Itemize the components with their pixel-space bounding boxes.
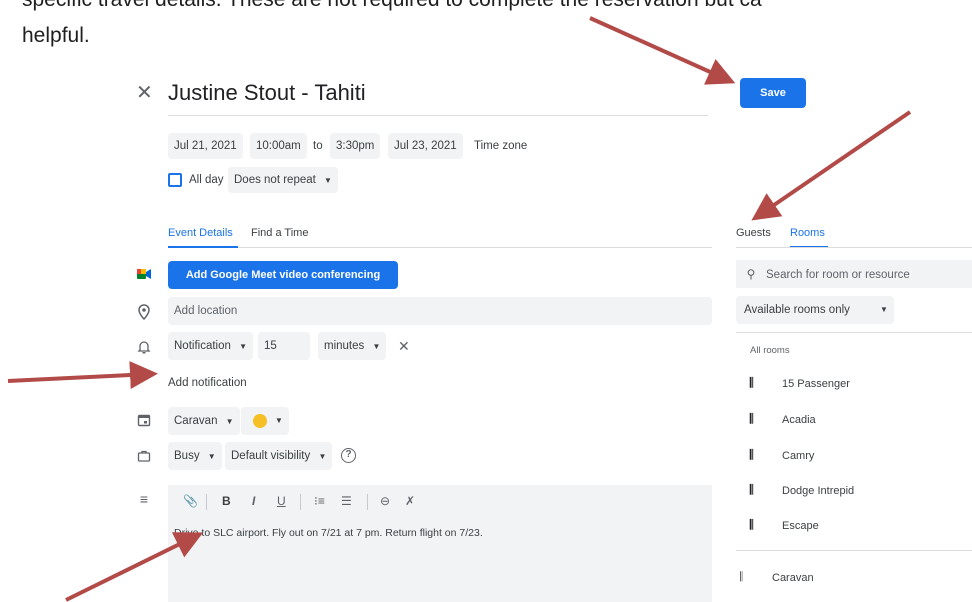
event-title-input[interactable]: Justine Stout - Tahiti [168,80,708,116]
toolbar-separator [206,494,207,510]
room-name: Acadia [782,414,816,426]
tab-event-details[interactable]: Event Details [168,227,233,239]
room-filter-value: Available rooms only [744,304,850,316]
underline-icon[interactable]: U [277,494,286,508]
arrow-to-rooms [751,110,912,221]
chevron-down-icon: ▼ [239,342,248,351]
chevron-down-icon: ▼ [207,452,216,461]
description-editor[interactable] [168,485,712,602]
time-zone-link[interactable]: Time zone [474,140,527,152]
calendar-icon [136,413,152,429]
notification-type-select[interactable]: Notification ▼ [168,332,254,360]
description-text[interactable]: Drive to SLC airport. Fly out on 7/21 at… [174,527,483,539]
calendar-select[interactable]: Caravan ▼ [168,407,240,435]
room-item[interactable]: 𝄃 Escape [750,517,819,533]
end-date[interactable]: Jul 23, 2021 [388,133,463,159]
notification-unit-select[interactable]: minutes ▼ [318,332,387,360]
calendar-color-dot [253,414,267,428]
add-notification-link[interactable]: Add notification [168,377,247,389]
notification-type-value: Notification [174,340,231,352]
calendar-value: Caravan [174,415,218,427]
room-filter-select[interactable]: Available rooms only ▼ [736,296,894,324]
end-time[interactable]: 3:30pm [330,133,381,159]
help-icon[interactable]: ? [341,448,356,463]
add-google-meet-button[interactable]: Add Google Meet video conferencing [168,261,398,289]
room-item[interactable]: 𝄃 15 Passenger [750,375,850,391]
tabs-divider [238,247,712,248]
room-search-placeholder: Search for room or resource [766,269,910,281]
rooms-divider [736,332,972,333]
notification-value-input[interactable]: 15 [258,332,310,360]
document-text-line-1: specific travel details. These are not r… [22,0,762,12]
room-item[interactable]: 𝄃 Dodge Intrepid [750,482,854,498]
chevron-down-icon: ▼ [324,176,332,185]
to-label: to [313,140,323,152]
numbered-list-icon[interactable]: ⁝≡ [314,494,325,508]
start-time[interactable]: 10:00am [250,133,307,159]
document-text-line-2: helpful. [22,24,90,47]
tab-rooms[interactable]: Rooms [790,227,825,239]
start-date[interactable]: Jul 21, 2021 [168,133,243,159]
room-search-input[interactable]: ⚲ Search for room or resource [736,260,972,288]
bell-icon [136,339,152,355]
search-icon: ⚲ [746,267,756,281]
chevron-down-icon: ▼ [372,342,381,351]
busy-select[interactable]: Busy ▼ [168,442,222,470]
busy-value: Busy [174,450,200,462]
tab-active-indicator [168,246,238,248]
chevron-down-icon: ▼ [225,417,234,426]
description-lines-icon: ≡ [139,491,149,507]
room-door-icon: 𝄃 [750,447,753,462]
arrow-to-add-notification [7,361,158,389]
all-day-checkbox[interactable] [168,173,182,187]
briefcase-icon [136,449,152,465]
room-name: Escape [782,520,819,532]
selected-room-name: Caravan [772,572,814,584]
remove-notification-icon[interactable]: ✕ [398,338,410,355]
google-meet-icon [136,267,152,281]
bold-icon[interactable]: B [222,494,231,508]
tab-guests[interactable]: Guests [736,227,771,239]
room-door-icon: 𝄃 [750,517,753,532]
rooms-selected-divider [736,550,972,551]
chevron-down-icon: ▼ [318,452,327,461]
repeat-select[interactable]: Does not repeat ▼ [228,167,338,193]
bulleted-list-icon[interactable]: ☰ [341,494,352,508]
toolbar-separator [367,494,368,510]
all-day-label: All day [189,174,224,186]
location-input[interactable]: Add location [168,297,712,325]
room-door-icon: 𝄃 [750,375,753,390]
toolbar-separator [300,494,301,510]
tab-find-a-time[interactable]: Find a Time [251,227,308,239]
room-item[interactable]: 𝄃 Acadia [750,411,816,427]
visibility-select[interactable]: Default visibility ▼ [225,442,333,470]
room-door-icon: 𝄃 [750,482,753,497]
selected-room-item[interactable]: 𝄃 Caravan [740,569,814,585]
room-name: 15 Passenger [782,378,850,390]
link-icon[interactable]: ⊖ [380,494,390,508]
attachment-icon[interactable]: 📎 [183,494,198,508]
room-door-icon: 𝄃 [750,411,753,426]
room-name: Dodge Intrepid [782,485,855,497]
all-rooms-label: All rooms [750,345,790,356]
close-icon[interactable]: ✕ [136,83,154,103]
chevron-down-icon: ▼ [880,305,888,314]
notification-unit-value: minutes [324,340,365,352]
room-name: Camry [782,450,815,462]
room-item[interactable]: 𝄃 Camry [750,447,814,463]
room-door-icon: 𝄃 [740,569,743,584]
arrow-to-save [589,16,736,85]
italic-icon[interactable]: I [252,494,255,508]
chevron-down-icon: ▼ [275,416,283,425]
save-button[interactable]: Save [740,78,806,108]
repeat-value: Does not repeat [234,174,316,186]
location-pin-icon [136,304,152,321]
visibility-value: Default visibility [231,450,311,462]
side-tabs-divider [736,247,972,248]
remove-formatting-icon[interactable]: ✗ [405,494,415,508]
